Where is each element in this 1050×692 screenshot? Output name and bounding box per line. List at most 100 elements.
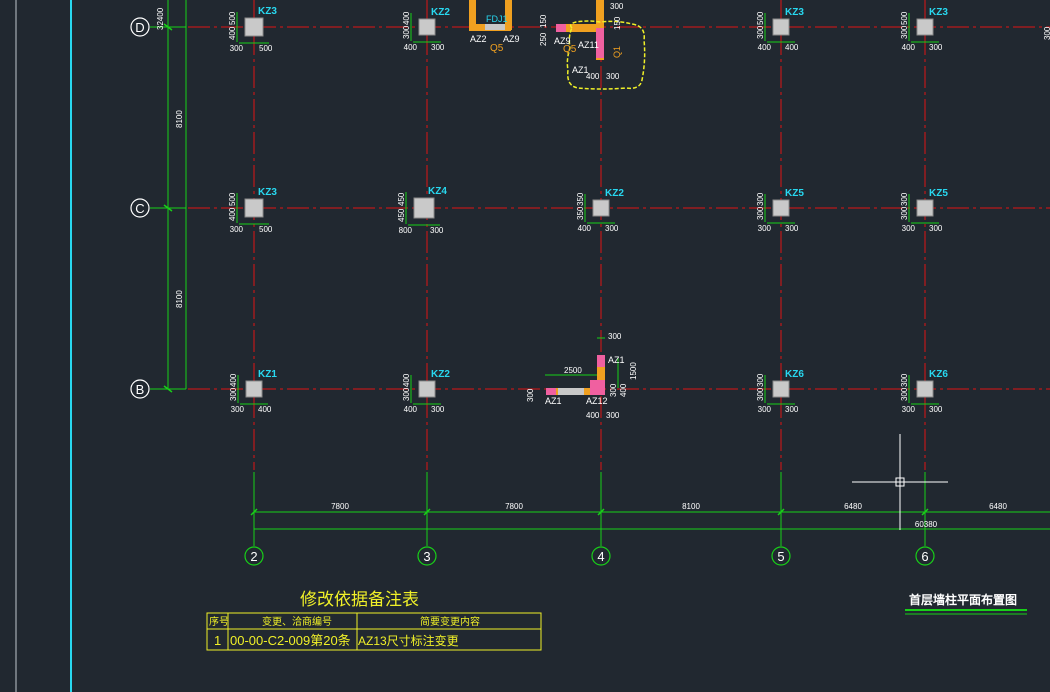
dim-text: 250 [539, 32, 548, 46]
dim-text: 300 [230, 44, 244, 53]
column-kz4[interactable] [413, 197, 435, 219]
column-tag: KZ2 [431, 369, 450, 380]
dim-text: 300 [756, 387, 765, 401]
dim-text: 8100 [175, 110, 184, 128]
dim-text: 60380 [915, 520, 938, 529]
dim-text: 300 [608, 332, 622, 341]
column-kz5[interactable] [916, 199, 934, 217]
column-kz3[interactable] [772, 18, 790, 36]
dim-text: 400 [228, 26, 237, 40]
column-kz2[interactable] [592, 199, 610, 217]
dim-text: 300 [609, 383, 618, 397]
wall-segment [546, 388, 556, 395]
column-kz6[interactable] [772, 380, 790, 398]
column-tag: KZ3 [258, 6, 277, 17]
column-kz6[interactable] [916, 380, 934, 398]
dim-text: 7800 [505, 502, 523, 511]
dim-text: 400 [619, 383, 628, 397]
column-tag: KZ5 [785, 188, 804, 199]
column-tag: KZ6 [929, 369, 948, 380]
dim-text: 400 [758, 43, 772, 52]
dim-text: 300 [758, 405, 772, 414]
wall-label: Q1 [612, 46, 622, 58]
dim-text: 400 [258, 405, 272, 414]
wall-group-top: FDJ1 AZ2 AZ9 Q5 AZ9 Q5 AZ11 Q1 AZ1 300 1… [469, 0, 646, 90]
dim-text: 150 [539, 14, 548, 28]
dim-text: 300 [758, 224, 772, 233]
wall-label: Q5 [563, 44, 577, 55]
column-kz3[interactable] [244, 17, 264, 37]
dim-text: 300 [402, 387, 411, 401]
wall-label: AZ1 [608, 355, 625, 365]
dim-text: 400 [404, 405, 418, 414]
wall-hatch [485, 24, 505, 30]
wall-segment [597, 355, 605, 367]
table-cell: 00-00-C2-009第20条 [230, 633, 351, 648]
drawing-title: 首层墙柱平面布置图 [909, 592, 1017, 607]
column-tag: KZ3 [258, 187, 277, 198]
dim-text: 350 [576, 192, 585, 206]
column-kz1[interactable] [245, 380, 263, 398]
dim-text: 300 [929, 224, 943, 233]
wall-label: AZ12 [586, 396, 608, 406]
dim-text: 300 [430, 226, 444, 235]
dim-text: 300 [431, 405, 445, 414]
dim-text: 300 [431, 43, 445, 52]
dim-text: 300 [785, 224, 799, 233]
column-kz2[interactable] [418, 380, 436, 398]
column-kz5[interactable] [772, 199, 790, 217]
dim-text: 2500 [564, 366, 582, 375]
axis-label-col: 6 [921, 549, 928, 564]
notes-table-title: 修改依据备注表 [300, 590, 419, 609]
wall-label: Q5 [490, 43, 504, 54]
dim-text: 300 [900, 25, 909, 39]
table-header: 序号 [209, 615, 229, 628]
wall-label: AZ11 [578, 40, 599, 50]
dim-text: 400 [228, 207, 237, 221]
dim-text: 500 [900, 11, 909, 25]
notes-table: 修改依据备注表 序号 变更、洽商编号 简要变更内容 1 00-00-C2-009… [206, 590, 542, 651]
crosshair-cursor-icon [852, 434, 948, 530]
column-tag: KZ2 [605, 188, 624, 199]
dim-text: 400 [402, 373, 411, 387]
dim-text: 300 [230, 225, 244, 234]
wall-label: FDJ1 [486, 14, 508, 24]
dim-text: 400 [402, 11, 411, 25]
column-kz2[interactable] [418, 18, 436, 36]
table-header: 变更、洽商编号 [262, 615, 332, 628]
dim-text: 300 [785, 405, 799, 414]
dim-text: 300 [229, 387, 238, 401]
dim-text: 300 [756, 192, 765, 206]
dim-text: 300 [900, 192, 909, 206]
dim-text: 300 [756, 206, 765, 220]
column-kz3[interactable] [916, 18, 934, 36]
column-tag: KZ3 [929, 7, 948, 18]
dim-text: 6480 [989, 502, 1007, 511]
wall-label: AZ9 [503, 34, 520, 44]
table-header: 简要变更内容 [420, 615, 480, 628]
dim-text: 300 [606, 72, 620, 81]
column-tag: KZ2 [431, 7, 450, 18]
wall-hatch [558, 388, 584, 395]
dim-text: 450 [397, 192, 406, 206]
wall-group-bottom: 300 AZ1 2500 1500 300 AZ1 AZ12 300 400 4… [526, 332, 638, 420]
cad-drawing-canvas[interactable]: D C B 2 3 4 5 6 32400 8100 8100 7800 7800 8100 6480 64… [0, 0, 1050, 692]
dim-text: 300 [526, 388, 535, 402]
dim-text: 300 [902, 405, 916, 414]
dim-text: 300 [929, 405, 943, 414]
axis-label-col: 2 [250, 549, 257, 564]
dim-text: 300 [402, 25, 411, 39]
column-tag: KZ6 [785, 369, 804, 380]
dim-text: 350 [576, 206, 585, 220]
dim-text: 300 [756, 25, 765, 39]
dim-text: 400 [578, 224, 592, 233]
dim-text: 6480 [844, 502, 862, 511]
dim-text: 800 [399, 226, 413, 235]
axis-label-col: 5 [777, 549, 784, 564]
dim-text: 400 [902, 43, 916, 52]
column-kz3[interactable] [244, 198, 264, 218]
dim-text: 300 [606, 411, 620, 420]
axis-grid-layer: D C B 2 3 4 5 6 [130, 0, 1050, 566]
wall-segment [590, 380, 605, 395]
dim-text: 400 [229, 373, 238, 387]
